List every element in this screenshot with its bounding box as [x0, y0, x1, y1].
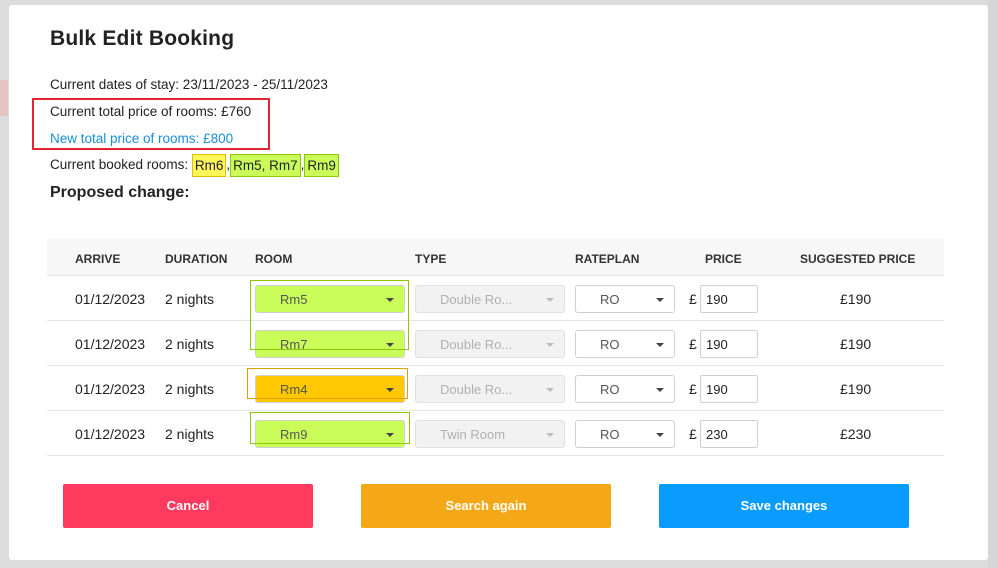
arrive-date: 01/12/2023	[75, 336, 146, 352]
room-select[interactable]: Rm7	[255, 330, 405, 358]
room-select[interactable]: Rm4	[255, 375, 405, 403]
table-row: 01/12/2023 2 nights Rm5 Double Ro... RO …	[47, 276, 944, 321]
header-duration: DURATION	[165, 252, 228, 266]
suggested-price: £190	[840, 336, 872, 352]
booked-room-chip: Rm5, Rm7	[230, 154, 301, 177]
proposed-change-heading: Proposed change:	[50, 184, 190, 201]
duration: 2 nights	[165, 426, 215, 442]
table-row: 01/12/2023 2 nights Rm7 Double Ro... RO …	[47, 321, 944, 366]
price-input[interactable]: 190	[700, 285, 758, 313]
rateplan-select-value: RO	[600, 337, 620, 352]
chevron-down-icon	[386, 343, 394, 347]
room-select[interactable]: Rm5	[255, 285, 405, 313]
price-input[interactable]: 230	[700, 420, 758, 448]
room-select-value: Rm9	[280, 427, 308, 442]
header-suggested-price: SUGGESTED PRICE	[800, 252, 916, 266]
booked-room-chip: Rm9	[304, 154, 339, 177]
chevron-down-icon	[546, 433, 554, 437]
rateplan-select[interactable]: RO	[575, 375, 675, 403]
chevron-down-icon	[656, 433, 664, 437]
chevron-down-icon	[656, 298, 664, 302]
header-arrive: ARRIVE	[75, 252, 121, 266]
suggested-price: £230	[840, 426, 872, 442]
type-select-value: Double Ro...	[440, 292, 513, 307]
chevron-down-icon	[386, 388, 394, 392]
table-header: ARRIVE DURATION ROOM TYPE RATEPLAN PRICE…	[47, 239, 944, 276]
proposed-changes-table: ARRIVE DURATION ROOM TYPE RATEPLAN PRICE…	[47, 239, 944, 456]
arrive-date: 01/12/2023	[75, 426, 146, 442]
chevron-down-icon	[546, 343, 554, 347]
chevron-down-icon	[546, 388, 554, 392]
type-select: Twin Room	[415, 420, 565, 448]
header-room: ROOM	[255, 252, 293, 266]
chevron-down-icon	[656, 343, 664, 347]
backdrop-accent	[0, 80, 8, 116]
arrive-date: 01/12/2023	[75, 381, 146, 397]
rateplan-select[interactable]: RO	[575, 420, 675, 448]
chevron-down-icon	[386, 298, 394, 302]
rateplan-select-value: RO	[600, 382, 620, 397]
booked-room-chip: Rm6	[191, 154, 227, 177]
duration: 2 nights	[165, 381, 215, 397]
currency-symbol: £	[689, 381, 697, 397]
header-type: TYPE	[415, 252, 447, 266]
annotation-red-box	[32, 98, 270, 150]
bulk-edit-modal: Bulk Edit Booking Current dates of stay:…	[9, 5, 988, 560]
room-select-value: Rm4	[280, 382, 308, 397]
rateplan-select-value: RO	[600, 427, 620, 442]
modal-title: Bulk Edit Booking	[50, 27, 235, 50]
chevron-down-icon	[546, 298, 554, 302]
cancel-button[interactable]: Cancel	[63, 484, 313, 528]
chevron-down-icon	[656, 388, 664, 392]
type-select-value: Double Ro...	[440, 337, 513, 352]
room-select[interactable]: Rm9	[255, 420, 405, 448]
type-select: Double Ro...	[415, 285, 565, 313]
type-select: Double Ro...	[415, 375, 565, 403]
current-booked-rooms: Current booked rooms: Rm6, Rm5, Rm7, Rm9	[50, 154, 339, 177]
room-select-value: Rm5	[280, 292, 308, 307]
currency-symbol: £	[689, 426, 697, 442]
rateplan-select[interactable]: RO	[575, 285, 675, 313]
type-select: Double Ro...	[415, 330, 565, 358]
header-price: PRICE	[705, 252, 742, 266]
suggested-price: £190	[840, 381, 872, 397]
rateplan-select-value: RO	[600, 292, 620, 307]
type-select-value: Double Ro...	[440, 382, 513, 397]
search-again-button[interactable]: Search again	[361, 484, 611, 528]
header-rateplan: RATEPLAN	[575, 252, 640, 266]
duration: 2 nights	[165, 336, 215, 352]
currency-symbol: £	[689, 336, 697, 352]
table-row: 01/12/2023 2 nights Rm4 Double Ro... RO …	[47, 366, 944, 411]
table-row: 01/12/2023 2 nights Rm9 Twin Room RO £ 2…	[47, 411, 944, 456]
currency-symbol: £	[689, 291, 697, 307]
room-select-value: Rm7	[280, 337, 308, 352]
duration: 2 nights	[165, 291, 215, 307]
save-changes-button[interactable]: Save changes	[659, 484, 909, 528]
current-dates: Current dates of stay: 23/11/2023 - 25/1…	[50, 77, 328, 92]
chevron-down-icon	[386, 433, 394, 437]
booked-rooms-label: Current booked rooms:	[50, 157, 192, 172]
backdrop-right-edge	[988, 0, 997, 568]
type-select-value: Twin Room	[440, 427, 506, 442]
suggested-price: £190	[840, 291, 872, 307]
rateplan-select[interactable]: RO	[575, 330, 675, 358]
arrive-date: 01/12/2023	[75, 291, 146, 307]
price-input[interactable]: 190	[700, 330, 758, 358]
price-input[interactable]: 190	[700, 375, 758, 403]
